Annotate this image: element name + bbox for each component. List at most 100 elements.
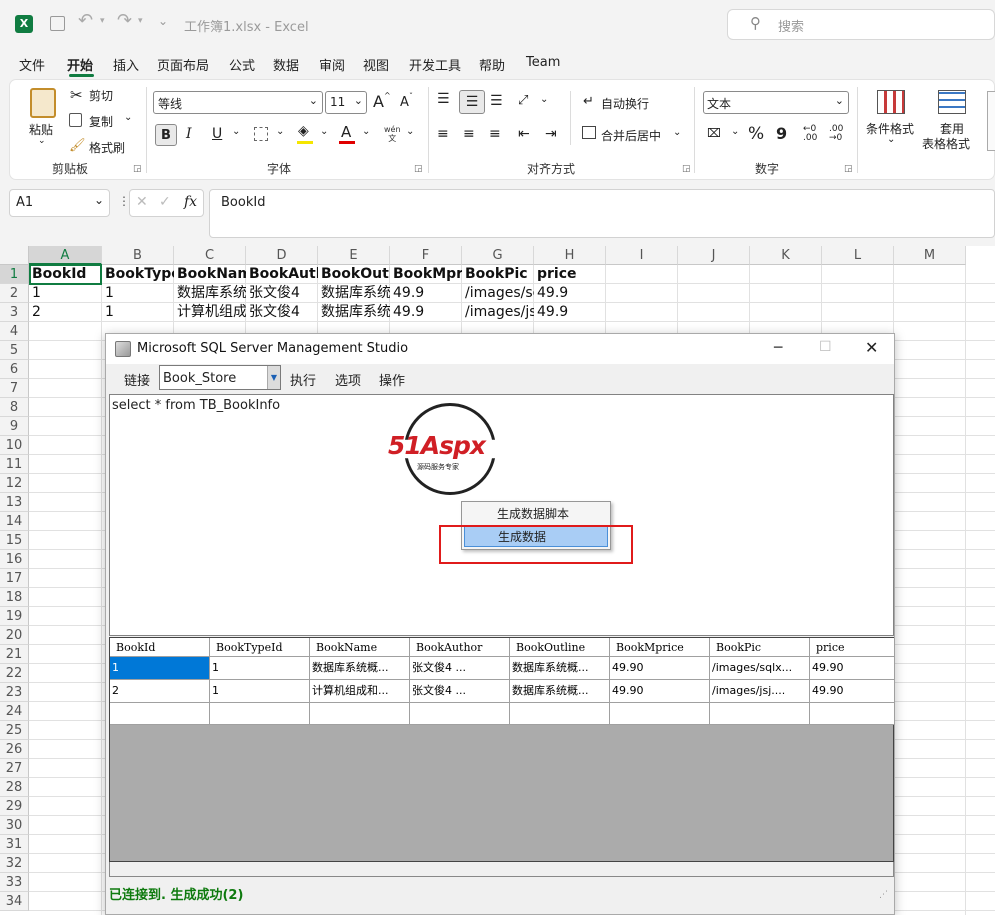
column-header-l[interactable]: L [822, 246, 894, 265]
grid-column-header[interactable]: BookName [310, 638, 410, 657]
data-cell[interactable]: 数据库系统 [318, 303, 390, 322]
grid-cell[interactable]: 数据库系统概... [510, 657, 610, 680]
data-cell[interactable]: 2 [29, 303, 102, 322]
tab-formulas[interactable]: 公式 [229, 55, 255, 74]
row-header-23[interactable]: 23 [0, 683, 29, 702]
align-left-icon[interactable]: ≡ [437, 126, 449, 142]
grid-new-row-cell[interactable] [810, 703, 895, 725]
format-painter-icon[interactable]: 🖌 [69, 138, 86, 153]
tab-insert[interactable]: 插入 [113, 55, 139, 74]
column-header-d[interactable]: D [246, 246, 318, 265]
row-header-31[interactable]: 31 [0, 835, 29, 854]
redo-dropdown-icon[interactable]: ▾ [138, 16, 143, 26]
operate-menu[interactable]: 操作 [379, 370, 405, 389]
row-header-6[interactable]: 6 [0, 360, 29, 379]
grid-cell[interactable]: 49.90 [610, 680, 710, 703]
data-cell[interactable]: /images/sc [462, 284, 534, 303]
row-header-26[interactable]: 26 [0, 740, 29, 759]
generate-script-item[interactable]: 生成数据脚本 [464, 504, 608, 525]
tab-page-layout[interactable]: 页面布局 [157, 55, 209, 74]
number-launcher-icon[interactable]: ◲ [844, 164, 853, 174]
row-header-11[interactable]: 11 [0, 455, 29, 474]
minimize-icon[interactable]: ─ [774, 340, 782, 356]
row-header-16[interactable]: 16 [0, 550, 29, 569]
alignment-launcher-icon[interactable]: ◲ [682, 164, 691, 174]
column-header-m[interactable]: M [894, 246, 966, 265]
grid-column-header[interactable]: BookMprice [610, 638, 710, 657]
results-grid[interactable]: BookId BookTypeId BookName BookAuthor BookOu… [109, 637, 895, 873]
grid-new-row-cell[interactable] [310, 703, 410, 725]
row-header-27[interactable]: 27 [0, 759, 29, 778]
row-header-15[interactable]: 15 [0, 531, 29, 550]
row-header-1[interactable]: 1 [0, 265, 29, 284]
formula-input[interactable]: BookId [209, 189, 995, 238]
data-cell[interactable]: 1 [102, 284, 174, 303]
database-select[interactable]: Book_Store ▼ [159, 365, 281, 390]
copy-dropdown-icon[interactable]: ⌄ [124, 112, 132, 123]
customize-icon[interactable]: ⌄ [158, 14, 168, 28]
grow-font-button[interactable]: A [373, 92, 384, 111]
data-cell[interactable]: 数据库系统 [318, 284, 390, 303]
fill-dropdown-icon[interactable]: ⌄ [320, 126, 328, 137]
cut-button[interactable]: 剪切 [89, 87, 113, 104]
column-header-h[interactable]: H [534, 246, 606, 265]
merge-dropdown-icon[interactable]: ⌄ [673, 127, 681, 138]
grid-cell[interactable]: 张文俊4 ... [410, 680, 510, 703]
data-cell[interactable]: 49.9 [534, 284, 606, 303]
tab-file[interactable]: 文件 [19, 55, 45, 74]
phonetic-dropdown-icon[interactable]: ⌄ [406, 126, 414, 137]
data-cell[interactable]: 1 [102, 303, 174, 322]
increase-indent-icon[interactable]: ⇥ [545, 126, 557, 142]
tab-team[interactable]: Team [526, 55, 560, 70]
phonetic-icon[interactable]: wén 文 [384, 125, 401, 143]
grid-cell[interactable]: 49.90 [810, 657, 895, 680]
row-header-8[interactable]: 8 [0, 398, 29, 417]
column-header-e[interactable]: E [318, 246, 390, 265]
align-middle-icon[interactable]: ☰ [459, 90, 485, 114]
maximize-icon[interactable]: ☐ [819, 339, 832, 355]
conditional-format-icon[interactable] [877, 90, 905, 114]
row-header-33[interactable]: 33 [0, 873, 29, 892]
font-color-dropdown-icon[interactable]: ⌄ [362, 126, 370, 137]
row-header-21[interactable]: 21 [0, 645, 29, 664]
cut-icon[interactable]: ✂ [70, 86, 83, 104]
tab-help[interactable]: 帮助 [479, 55, 505, 74]
row-header-24[interactable]: 24 [0, 702, 29, 721]
data-cell[interactable]: 49.9 [390, 303, 462, 322]
grid-column-header[interactable]: price [810, 638, 895, 657]
tab-data[interactable]: 数据 [273, 55, 299, 74]
cancel-icon[interactable]: ✕ [136, 194, 148, 210]
column-header-g[interactable]: G [462, 246, 534, 265]
border-icon[interactable] [254, 127, 268, 141]
grid-column-header[interactable]: BookAuthor [410, 638, 510, 657]
grid-cell[interactable]: 1 [210, 657, 310, 680]
row-header-32[interactable]: 32 [0, 854, 29, 873]
border-dropdown-icon[interactable]: ⌄ [276, 126, 284, 137]
grid-new-row-cell[interactable] [510, 703, 610, 725]
wrap-text-button[interactable]: 自动换行 [601, 95, 649, 112]
row-header-14[interactable]: 14 [0, 512, 29, 531]
format-painter-button[interactable]: 格式刷 [89, 139, 125, 156]
data-cell[interactable]: /images/js [462, 303, 534, 322]
orientation-icon[interactable]: ⤢ [518, 93, 528, 108]
row-header-4[interactable]: 4 [0, 322, 29, 341]
row-header-5[interactable]: 5 [0, 341, 29, 360]
grid-cell[interactable]: 49.90 [810, 680, 895, 703]
font-color-icon[interactable]: A [341, 123, 351, 141]
row-header-28[interactable]: 28 [0, 778, 29, 797]
grid-cell[interactable]: 数据库系统概... [310, 657, 410, 680]
font-launcher-icon[interactable]: ◲ [414, 164, 423, 174]
underline-dropdown-icon[interactable]: ⌄ [232, 126, 240, 137]
data-cell[interactable]: 49.9 [390, 284, 462, 303]
comma-button[interactable]: 9 [776, 124, 787, 143]
grid-new-row-cell[interactable] [210, 703, 310, 725]
align-top-icon[interactable]: ☰ [437, 91, 450, 107]
row-header-17[interactable]: 17 [0, 569, 29, 588]
column-header-a[interactable]: A [29, 246, 102, 265]
row-header-29[interactable]: 29 [0, 797, 29, 816]
data-cell[interactable]: 张文俊4 [246, 284, 318, 303]
row-header-30[interactable]: 30 [0, 816, 29, 835]
header-cell[interactable]: price [534, 265, 606, 284]
copy-button[interactable]: 复制 [89, 113, 113, 130]
bold-button[interactable]: B [155, 124, 177, 146]
